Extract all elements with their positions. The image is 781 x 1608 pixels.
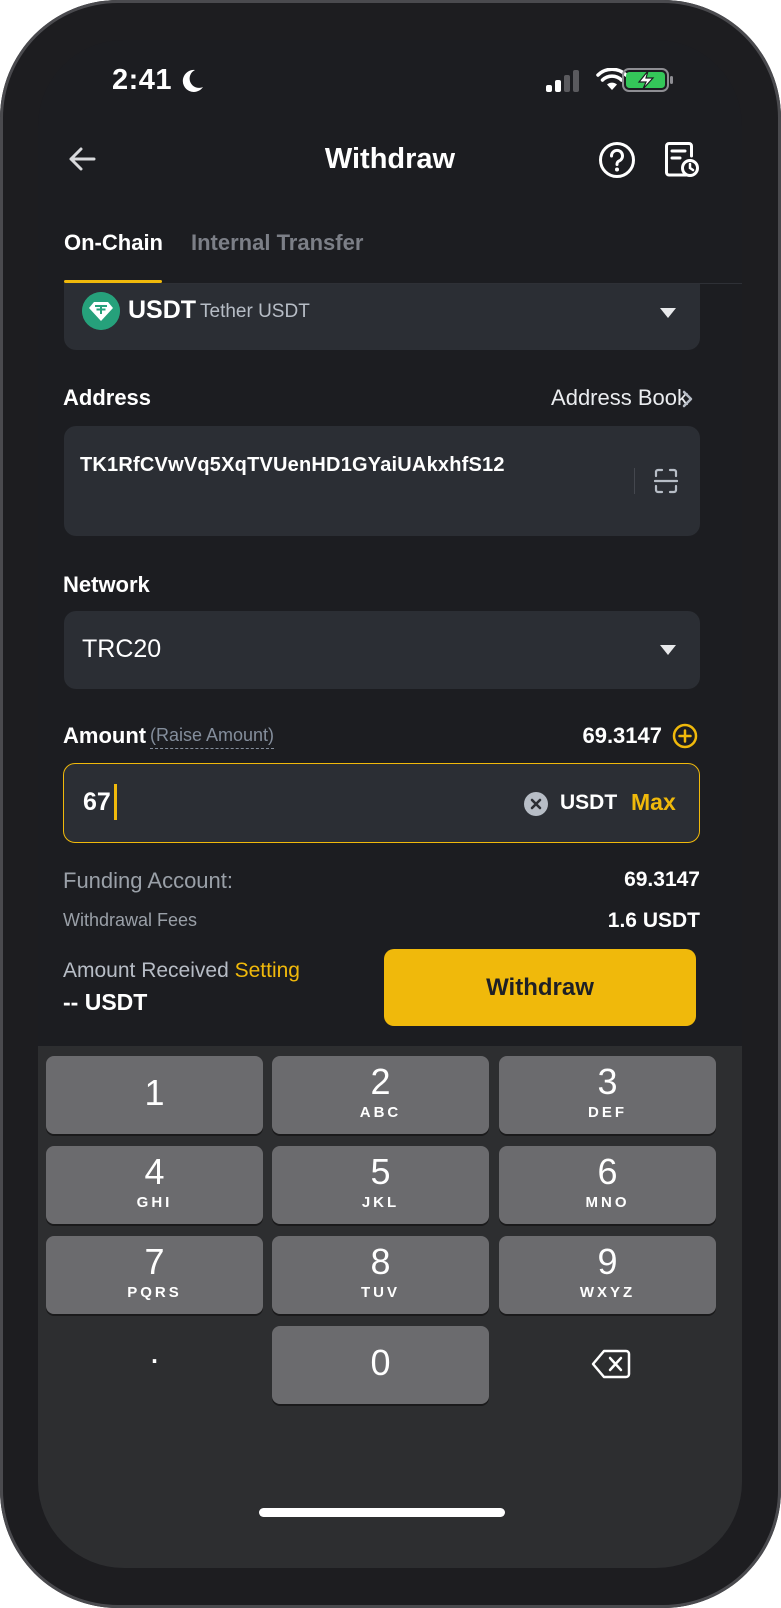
key-digit: 3: [597, 1061, 618, 1102]
address-value: TK1RfCVwVq5XqTVUenHD1GYaiUAkxhfS12: [80, 454, 505, 476]
key-0[interactable]: 0: [272, 1326, 489, 1404]
network-select[interactable]: TRC20: [64, 611, 700, 689]
key-digit: 1: [144, 1072, 165, 1113]
amount-received-text: Amount Received: [63, 959, 229, 982]
key-4[interactable]: 4 GHI: [46, 1146, 263, 1224]
address-label: Address: [63, 385, 152, 410]
key-8[interactable]: 8 TUV: [272, 1236, 489, 1314]
plus-circle-icon[interactable]: [672, 723, 698, 749]
address-book-link[interactable]: Address Book: [551, 385, 688, 411]
withdrawal-fees-value: 1.6 USDT: [607, 909, 700, 932]
address-separator: [634, 468, 635, 494]
key-2[interactable]: 2 ABC: [272, 1056, 489, 1134]
key-digit: 8: [370, 1241, 391, 1282]
home-indicator[interactable]: [259, 1508, 505, 1517]
caret-down-icon: [660, 645, 676, 655]
coin-name: Tether USDT: [200, 301, 310, 322]
max-button[interactable]: Max: [631, 789, 676, 816]
scan-qr-icon[interactable]: [654, 468, 678, 494]
active-tab-indicator: [64, 280, 162, 283]
key-letters: TUV: [361, 1284, 400, 1301]
amount-received-value: -- USDT: [63, 989, 148, 1015]
order-history-icon[interactable]: [664, 141, 700, 179]
network-label: Network: [63, 572, 150, 597]
network-value: TRC20: [82, 635, 162, 663]
backspace-icon: [591, 1349, 631, 1379]
key-letters: JKL: [361, 1194, 400, 1211]
funding-account-value: 69.3147: [624, 868, 700, 891]
key-backspace[interactable]: [499, 1326, 716, 1404]
usdt-logo-icon: [82, 292, 120, 330]
chevron-right-icon[interactable]: [681, 390, 693, 408]
tab-internal-transfer[interactable]: Internal Transfer: [191, 230, 363, 256]
key-letters: DEF: [588, 1104, 627, 1121]
amount-received-label: Amount Received Setting: [63, 959, 300, 983]
cellular-signal-icon: [546, 70, 579, 92]
page-title: Withdraw: [324, 143, 456, 175]
key-1[interactable]: 1: [46, 1056, 263, 1134]
numeric-keypad: 1 2 ABC 3 DEF 4 GHI 5 JKL 6 MNO 7 PQRS 8 TUV 9 W…: [38, 1046, 742, 1568]
coin-select[interactable]: USDT Tether USDT: [64, 284, 700, 350]
key-decimal-label: .: [149, 1330, 160, 1371]
key-9[interactable]: 9 WXYZ: [499, 1236, 716, 1314]
key-digit: 0: [370, 1342, 391, 1383]
withdrawal-fees-label: Withdrawal Fees: [63, 910, 198, 930]
key-letters: GHI: [136, 1194, 173, 1211]
key-digit: 4: [144, 1151, 165, 1192]
key-decimal[interactable]: .: [46, 1326, 263, 1404]
battery-charging-icon: [622, 68, 673, 92]
amount-unit: USDT: [560, 791, 618, 814]
amount-value: 67: [83, 788, 111, 816]
setting-link[interactable]: Setting: [235, 959, 300, 982]
key-5[interactable]: 5 JKL: [272, 1146, 489, 1224]
amount-label: Amount: [63, 723, 147, 748]
address-input[interactable]: TK1RfCVwVq5XqTVUenHD1GYaiUAkxhfS12: [64, 426, 700, 536]
withdraw-button[interactable]: Withdraw: [384, 949, 696, 1026]
key-digit: 6: [597, 1151, 618, 1192]
key-digit: 7: [144, 1241, 165, 1282]
key-3[interactable]: 3 DEF: [499, 1056, 716, 1134]
caret-down-icon: [660, 308, 676, 318]
moon-icon: [182, 69, 203, 92]
available-balance: 69.3147: [582, 723, 662, 748]
key-letters: MNO: [585, 1194, 630, 1211]
key-letters: ABC: [359, 1104, 402, 1121]
key-digit: 5: [370, 1151, 391, 1192]
raise-amount-link[interactable]: (Raise Amount): [150, 725, 275, 749]
text-cursor: [114, 784, 117, 820]
tab-on-chain[interactable]: On-Chain: [64, 230, 163, 256]
key-letters: PQRS: [127, 1284, 182, 1301]
key-7[interactable]: 7 PQRS: [46, 1236, 263, 1314]
question-circle-icon[interactable]: [598, 141, 636, 179]
funding-account-label: Funding Account:: [63, 868, 234, 893]
key-6[interactable]: 6 MNO: [499, 1146, 716, 1224]
amount-input[interactable]: 67 USDT Max: [63, 763, 700, 843]
key-digit: 9: [597, 1241, 618, 1282]
clear-icon[interactable]: [523, 791, 549, 817]
key-letters: WXYZ: [579, 1284, 636, 1301]
screen: 2:41 Withdraw On-Chain Internal Transfer: [38, 40, 742, 1568]
key-digit: 2: [370, 1061, 391, 1102]
coin-symbol: USDT: [128, 296, 197, 324]
status-time: 2:41: [112, 64, 173, 96]
